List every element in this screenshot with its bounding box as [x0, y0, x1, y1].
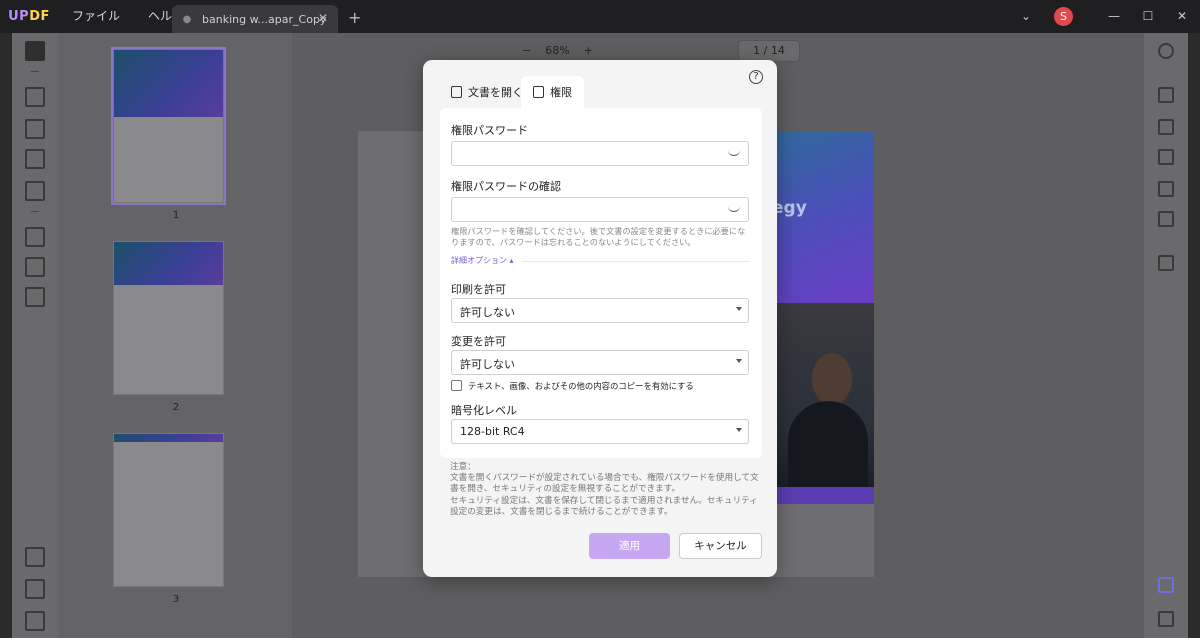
copy-content-checkbox[interactable]: [451, 380, 462, 391]
menu-file[interactable]: ファイル: [58, 0, 134, 33]
page-number-box[interactable]: 1 / 14: [738, 40, 800, 62]
security-note: 注意： 文書を開くパスワードが設定されている場合でも、権限パスワードを使用して文…: [450, 462, 759, 517]
thumbnail-page-2[interactable]: [113, 241, 224, 395]
layers-icon[interactable]: [25, 547, 45, 567]
thumbnail-number: 2: [172, 402, 180, 413]
thumbnail-number: 1: [172, 210, 180, 221]
dropdown-arrow-icon: [736, 359, 742, 363]
share-icon[interactable]: [1158, 181, 1174, 197]
app-logo: UPDF: [8, 9, 50, 24]
help-icon[interactable]: ?: [749, 70, 763, 84]
zoom-level[interactable]: 68%: [545, 44, 569, 57]
perm-password-confirm-input[interactable]: [451, 197, 749, 222]
divider: [31, 211, 39, 212]
thumbnail-page-1[interactable]: [111, 47, 226, 205]
chevron-down-icon[interactable]: ⌄: [1008, 0, 1044, 33]
right-toolbar: [1144, 33, 1188, 638]
search-icon[interactable]: [1158, 43, 1174, 59]
tab-dot-icon: ●: [182, 13, 192, 25]
comment-icon[interactable]: [25, 87, 45, 107]
perm-password-confirm-label: 権限パスワードの確認: [451, 180, 561, 193]
organize-pages-icon[interactable]: [25, 227, 45, 247]
maximize-button[interactable]: ☐: [1130, 0, 1166, 33]
ai-assistant-icon[interactable]: [1158, 577, 1174, 593]
attachment-icon[interactable]: [25, 611, 45, 631]
copy-content-label: テキスト、画像、およびその他の内容のコピーを有効にする: [468, 381, 694, 391]
edit-document-icon: [533, 86, 544, 98]
reader-icon[interactable]: [25, 41, 45, 61]
convert-file-icon[interactable]: [1158, 119, 1174, 135]
zoom-out-button[interactable]: −: [522, 44, 531, 57]
zoom-in-button[interactable]: +: [584, 44, 593, 57]
zoom-toolbar: − 68% +: [522, 44, 593, 57]
encryption-label: 暗号化レベル: [451, 404, 517, 417]
convert-icon[interactable]: [25, 287, 45, 307]
email-icon[interactable]: [1158, 211, 1174, 227]
divider: [31, 71, 39, 72]
left-toolbar: [12, 33, 58, 638]
thumbnail-page-3[interactable]: [113, 433, 224, 587]
tab-title: banking w...apar_Copy: [202, 12, 327, 26]
lock-document-icon: [451, 86, 462, 98]
edit-icon[interactable]: [25, 119, 45, 139]
save-icon[interactable]: [1158, 255, 1174, 271]
bookmark-icon[interactable]: [25, 579, 45, 599]
tab-open-document[interactable]: 文書を開く: [441, 76, 533, 108]
print-permission-select[interactable]: 許可しない: [451, 298, 749, 323]
dropdown-arrow-icon: [736, 307, 742, 311]
perm-password-label: 権限パスワード: [451, 124, 528, 137]
divider: [522, 261, 750, 262]
total-pages: 14: [770, 44, 785, 57]
security-dialog: ? 文書を開く 権限 権限パスワード 権限パスワードの確認 権限パスワードを確認…: [423, 60, 777, 577]
page-layout-icon[interactable]: [25, 149, 45, 169]
password-hint: 権限パスワードを確認してください。後で文書の設定を変更するときに必要になりますの…: [451, 226, 746, 247]
document-tab[interactable]: ● banking w...apar_Copy ✕: [172, 5, 338, 33]
dropdown-arrow-icon: [736, 428, 742, 432]
eye-hidden-icon[interactable]: [728, 150, 740, 156]
minimize-button[interactable]: —: [1096, 0, 1132, 33]
advanced-options-toggle[interactable]: 詳細オプション ▴: [451, 255, 514, 266]
avatar[interactable]: S: [1054, 7, 1073, 26]
permissions-panel: 権限パスワード 権限パスワードの確認 権限パスワードを確認してください。後で文書…: [440, 108, 762, 458]
crop-icon[interactable]: [25, 257, 45, 277]
protect-icon[interactable]: [1158, 149, 1174, 165]
page-heading-fragment: egy l: [772, 198, 807, 235]
thumbnail-number: 3: [172, 594, 180, 605]
print-label: 印刷を許可: [451, 283, 506, 296]
change-permission-select[interactable]: 許可しない: [451, 350, 749, 375]
ocr-icon[interactable]: [1158, 87, 1174, 103]
change-label: 変更を許可: [451, 335, 506, 348]
eye-hidden-icon[interactable]: [728, 206, 740, 212]
encryption-level-select[interactable]: 128-bit RC4: [451, 419, 749, 444]
close-window-button[interactable]: ✕: [1164, 0, 1200, 33]
apply-button[interactable]: 適用: [589, 533, 670, 559]
tab-close-icon[interactable]: ✕: [318, 11, 328, 25]
cancel-button[interactable]: キャンセル: [679, 533, 762, 559]
current-page: 1: [753, 44, 761, 57]
perm-password-input[interactable]: [451, 141, 749, 166]
chat-icon[interactable]: [1158, 611, 1174, 627]
new-tab-button[interactable]: +: [348, 8, 361, 27]
form-icon[interactable]: [25, 181, 45, 201]
thumbnail-panel: 1 2 3: [58, 33, 292, 638]
tab-permissions[interactable]: 権限: [521, 76, 584, 108]
